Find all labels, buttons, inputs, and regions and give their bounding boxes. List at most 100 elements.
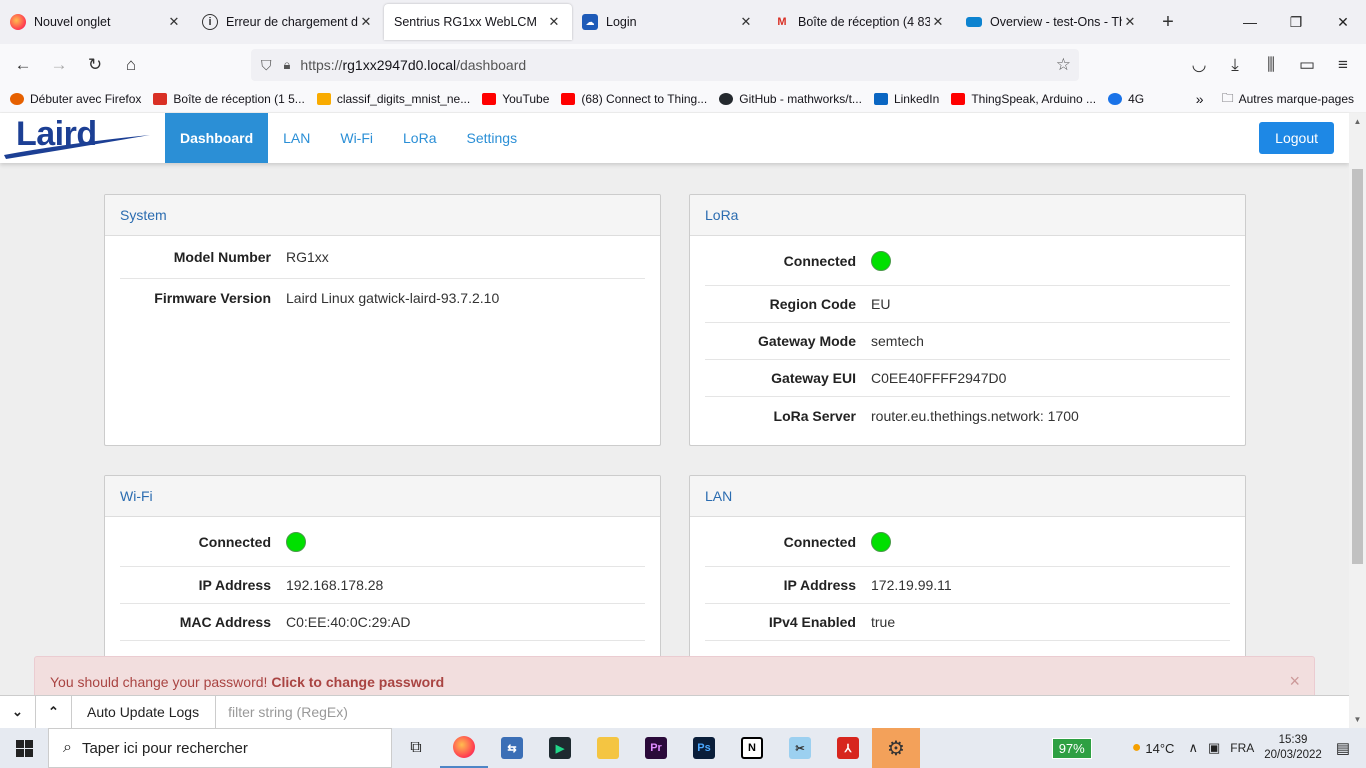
alert-text: You should change your password! [50,674,268,690]
close-icon[interactable]: ✕ [930,14,946,30]
snipping-tool-icon[interactable]: ✂ [776,728,824,768]
minimize-icon[interactable]: — [1227,0,1273,44]
menu-icon[interactable]: ≡ [1326,48,1360,82]
pocket-icon[interactable]: ◡ [1182,48,1216,82]
chevron-up-icon[interactable]: ⌃ [36,695,72,729]
close-icon[interactable]: ✕ [546,14,562,30]
nav-lan[interactable]: LAN [268,113,325,163]
tab-gmail[interactable]: M Boîte de réception (4 837) ✕ [764,0,956,44]
row-value: semtech [871,333,924,349]
download-icon[interactable]: ⤓ [1218,48,1252,82]
settings-gear-icon[interactable]: ⚙ [872,728,920,768]
sidebar-icon[interactable]: ▭ [1290,48,1324,82]
new-tab-plus-icon[interactable]: + [1148,0,1188,44]
nav-dashboard[interactable]: Dashboard [165,113,269,163]
firefox-icon [10,93,24,105]
clock-date: 20/03/2022 [1264,749,1322,761]
chevron-double-right-icon[interactable]: » [1196,91,1204,107]
bookmark-label: YouTube [502,92,550,106]
change-password-link[interactable]: Click to change password [271,674,444,690]
home-icon[interactable]: ⌂ [114,48,148,82]
bookmark-item[interactable]: ThingSpeak, Arduino ... [951,92,1096,106]
app-header: Laird Dashboard LAN Wi-Fi LoRa Settings … [0,113,1349,163]
bookmark-label: 4G [1128,92,1145,106]
firefox-icon[interactable] [440,728,488,768]
reload-icon[interactable]: ↻ [78,48,112,82]
notifications-icon[interactable]: ▤ [1336,739,1350,757]
other-bookmarks[interactable]: » 🗀︎ Autres marque-pages [1196,89,1354,110]
premiere-icon[interactable]: Pr [632,728,680,768]
shield-icon[interactable]: ⛉ [261,57,272,74]
notion-icon[interactable]: N [728,728,776,768]
lan-panel: LAN Connected IP Address 172.19.99.11 IP… [689,475,1246,675]
language-indicator[interactable]: FRA [1230,741,1254,755]
windows-start-icon[interactable] [0,728,48,768]
battery-indicator[interactable]: 97% [1051,737,1092,759]
close-icon[interactable]: ✕ [358,14,374,30]
tab-ttn-overview[interactable]: Overview - test-Ons - The ✕ [956,0,1148,44]
forward-arrow-icon[interactable]: → [42,48,76,82]
display-icon[interactable]: ▣ [1208,740,1220,756]
bookmark-item[interactable]: GitHub - mathworks/t... [719,92,862,106]
tab-load-error[interactable]: i Erreur de chargement de l ✕ [192,0,384,44]
page-scrollbar[interactable]: ▲ ▼ [1349,113,1366,728]
close-icon[interactable]: × [1289,671,1300,692]
task-view-icon[interactable]: ⧉ [392,728,440,768]
acrobat-icon[interactable]: ⅄ [824,728,872,768]
globe-icon [1108,93,1123,105]
bookmark-label: LinkedIn [893,92,940,106]
info-icon: i [202,14,218,30]
clock[interactable]: 15:39 20/03/2022 [1264,733,1322,763]
url-bar[interactable]: ⛉ 🔒︎ https://rg1xx2947d0.local/dashboard… [251,49,1079,81]
tab-weblcm[interactable]: Sentrius RG1xx WebLCM ✕ [384,4,572,40]
restore-icon[interactable]: ❐ [1273,0,1319,44]
bookmark-item[interactable]: Débuter avec Firefox [10,92,141,106]
bookmark-item[interactable]: 4G [1108,92,1144,106]
bookmark-item[interactable]: Boîte de réception (1 5... [153,92,305,106]
tab-title: Erreur de chargement de l [226,15,358,29]
laird-logo: Laird [0,113,165,163]
close-icon[interactable]: ✕ [738,14,754,30]
library-icon[interactable]: ⫼ [1254,48,1288,82]
row-value: router.eu.thethings.network: 1700 [871,407,1079,424]
bookmark-item[interactable]: classif_digits_mnist_ne... [316,92,470,106]
row-value: 172.19.99.11 [871,577,952,593]
close-icon[interactable]: ✕ [1122,14,1138,30]
folder-icon: 🗀︎ [1221,90,1234,105]
taskbar-search[interactable]: ⌕ Taper ici pour rechercher [48,728,392,768]
close-icon[interactable]: ✕ [166,14,182,30]
photoshop-icon[interactable]: Ps [680,728,728,768]
gmail-icon: M [777,16,787,28]
scroll-up-icon[interactable]: ▲ [1349,113,1366,130]
nav-settings[interactable]: Settings [451,113,532,163]
status-indicator-green [871,531,891,552]
bookmark-item[interactable]: LinkedIn [873,92,940,106]
scroll-down-icon[interactable]: ▼ [1349,711,1366,728]
bookmark-star-icon[interactable]: ☆ [1056,55,1071,75]
network-app-icon[interactable]: ⇆ [488,728,536,768]
panel-title: LoRa [690,195,1245,236]
lock-icon[interactable]: 🔒︎ [284,57,291,73]
window-close-icon[interactable]: ✕ [1320,0,1366,44]
info-row: MAC Address C0:EE:40:0C:29:AD [120,604,645,641]
file-explorer-icon[interactable] [584,728,632,768]
tab-title: Nouvel onglet [34,15,111,29]
pycharm-icon[interactable]: ▶ [536,728,584,768]
scrollbar-thumb[interactable] [1352,169,1363,564]
logout-button[interactable]: Logout [1259,122,1334,154]
chevron-down-icon[interactable]: ⌄ [0,695,36,729]
temperature[interactable]: 14°C [1145,741,1174,756]
url-path: /dashboard [456,57,527,73]
bookmark-item[interactable]: YouTube [482,92,549,106]
nav-lora[interactable]: LoRa [388,113,451,163]
tab-new-tab[interactable]: Nouvel onglet ✕ [0,0,192,44]
bookmark-item[interactable]: (68) Connect to Thing... [561,92,707,106]
log-filter-input[interactable]: filter string (RegEx) [216,704,348,720]
auto-update-logs-toggle[interactable]: Auto Update Logs [72,695,217,729]
nav-wifi[interactable]: Wi-Fi [325,113,388,163]
row-value: EU [871,296,891,312]
back-arrow-icon[interactable]: ← [6,48,40,82]
row-key: Connected [783,252,856,269]
tab-login[interactable]: ☁ Login ✕ [572,0,764,44]
chevron-up-icon[interactable]: ∧ [1188,740,1198,756]
